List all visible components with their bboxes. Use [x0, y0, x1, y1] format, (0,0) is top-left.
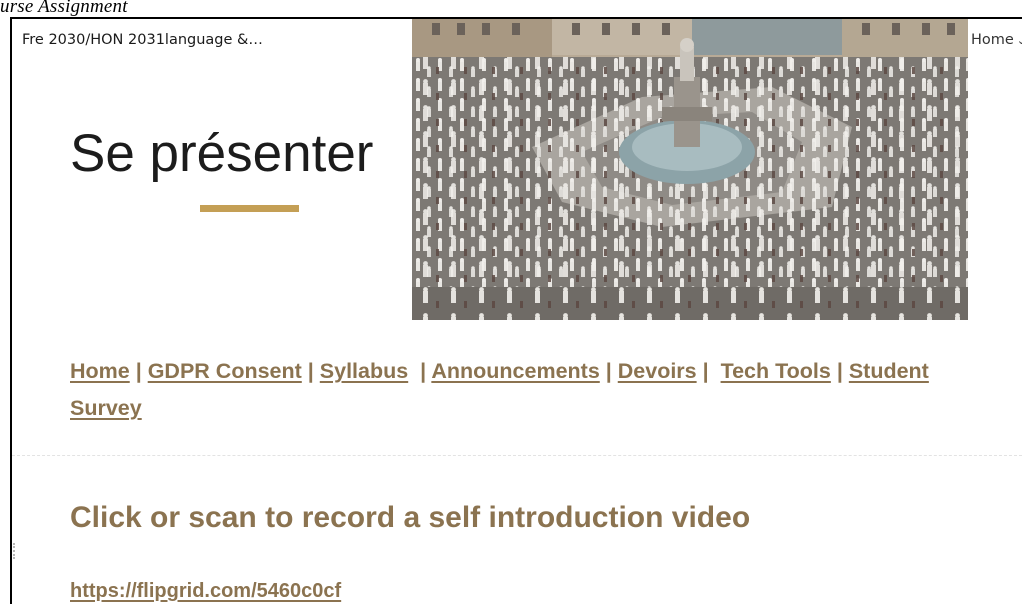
nav-link-announcements[interactable]: Announcements: [431, 359, 599, 383]
section-heading: Click or scan to record a self introduct…: [70, 501, 751, 534]
nav-link-gdpr-consent[interactable]: GDPR Consent: [148, 359, 302, 383]
nav-separator: |: [830, 359, 849, 383]
document-caption: urse Assignment: [0, 0, 128, 16]
nav-separator: |: [408, 359, 432, 383]
page-nav-links: Home | GDPR Consent | Syllabus | Announc…: [70, 353, 990, 427]
webpage-frame: Fre 2030/HON 2031language &… Home⌄ Se pr…: [10, 17, 1022, 604]
flipgrid-link[interactable]: https://flipgrid.com/5460c0cf: [70, 580, 341, 603]
nav-link-home[interactable]: Home: [70, 359, 130, 383]
nav-separator: |: [129, 359, 148, 383]
section-divider: [12, 455, 1022, 456]
nav-link-tech-tools[interactable]: Tech Tools: [721, 359, 831, 383]
nav-link-devoirs[interactable]: Devoirs: [618, 359, 697, 383]
hero-image-plaza-statues: [412, 19, 968, 320]
site-title[interactable]: Fre 2030/HON 2031language &…: [22, 32, 263, 48]
title-underline-rule: [200, 205, 299, 212]
drag-handle-icon[interactable]: [13, 543, 16, 559]
top-nav-home-menu[interactable]: Home⌄: [971, 32, 1022, 48]
nav-separator: |: [301, 359, 320, 383]
top-nav-home-label: Home: [970, 32, 1014, 48]
nav-separator: |: [599, 359, 618, 383]
nav-separator: |: [696, 359, 721, 383]
chevron-down-icon: ⌄: [1017, 34, 1022, 47]
nav-link-syllabus[interactable]: Syllabus: [320, 359, 408, 383]
page-title: Se présenter: [70, 124, 374, 183]
